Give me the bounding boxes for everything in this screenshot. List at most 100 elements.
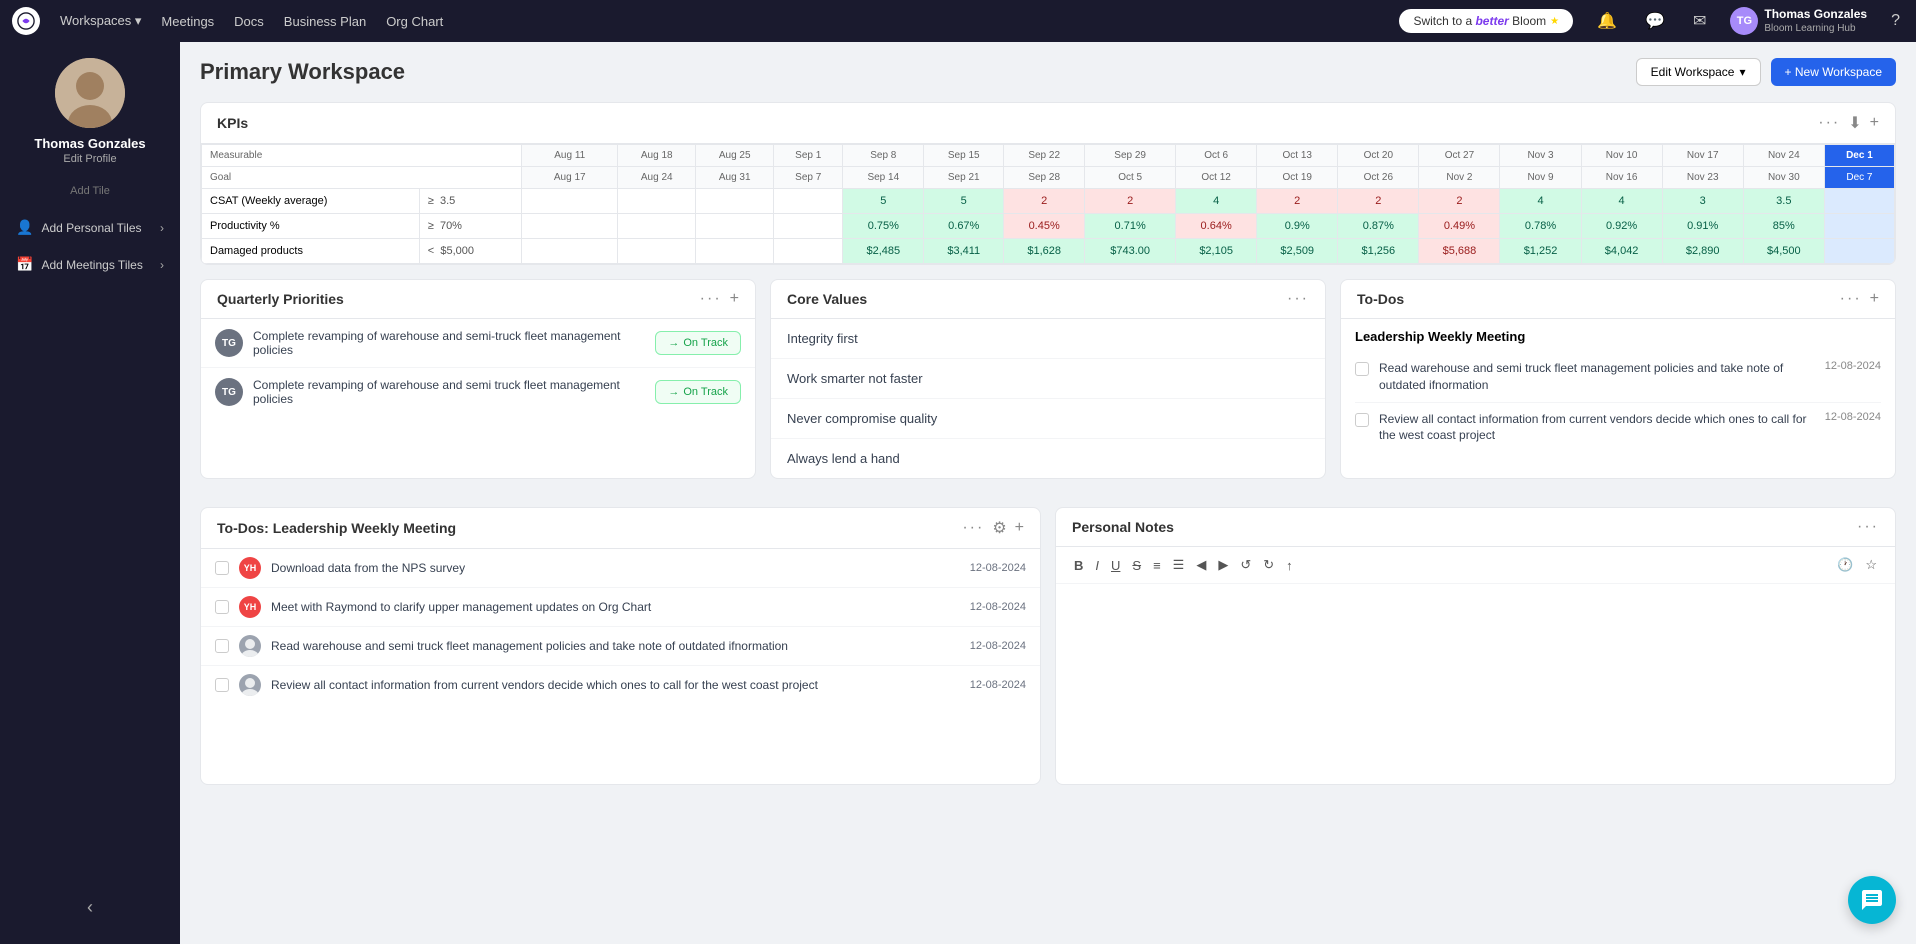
todo-meeting-row-3: Read warehouse and semi truck fleet mana… (201, 627, 1040, 666)
kpi-csat-aug18 (618, 189, 696, 214)
qp-dots-menu[interactable]: ··· (700, 290, 722, 308)
help-icon[interactable]: ? (1887, 12, 1904, 30)
todo-meeting-avatar-1: YH (239, 557, 261, 579)
kpi-col-sep21-bot: Sep 21 (924, 167, 1004, 189)
todo-checkbox-1[interactable] (1355, 362, 1369, 376)
cv-item-1: Integrity first (771, 319, 1325, 359)
bottom-two-col: To-Dos: Leadership Weekly Meeting ··· ⚙ … (200, 507, 1896, 799)
app-logo[interactable] (12, 7, 40, 35)
sidebar-item-meetings-tiles[interactable]: 📅 Add Meetings Tiles › (0, 246, 180, 283)
kpi-csat-nov10: 4 (1581, 189, 1662, 214)
notes-upload-button[interactable]: ↑ (1282, 556, 1297, 575)
notes-italic-button[interactable]: I (1091, 556, 1103, 575)
kpi-col-oct20-top: Oct 20 (1346, 150, 1410, 161)
personal-notes-dots[interactable]: ··· (1857, 518, 1879, 536)
notes-content[interactable] (1056, 584, 1895, 784)
kpi-download-icon[interactable]: ⬇ (1848, 113, 1861, 133)
chevron-right-icon: › (160, 221, 164, 235)
kpi-prod-oct6: 0.64% (1176, 214, 1257, 239)
notes-unordered-list-button[interactable]: ☰ (1169, 555, 1189, 575)
switch-bloom-button[interactable]: Switch to a better Bloom ★ (1399, 9, 1573, 33)
notes-history-button[interactable]: 🕐 (1833, 555, 1857, 575)
kpi-dmg-sep1 (774, 239, 843, 264)
kpi-prod-sep8: 0.75% (843, 214, 924, 239)
qp-add-button[interactable]: + (730, 290, 739, 308)
todo-meeting-date-1: 12-08-2024 (970, 562, 1026, 574)
kpi-section: KPIs ··· ⬇ + Measurable Aug 11 (200, 102, 1896, 265)
kpi-dmg-oct13: $2,509 (1257, 239, 1338, 264)
kpi-col-aug25-top: Aug 25 (704, 150, 765, 161)
notes-star-button[interactable]: ☆ (1861, 555, 1881, 575)
kpi-col-nov10-top: Nov 10 (1590, 150, 1654, 161)
settings-icon[interactable]: ⚙ (992, 518, 1006, 538)
todos-add-button[interactable]: + (1870, 290, 1879, 308)
nav-docs[interactable]: Docs (234, 14, 264, 29)
kpi-col-sep14-bot: Sep 14 (843, 167, 924, 189)
notes-indent-left-button[interactable]: ◀ (1192, 555, 1210, 575)
kpi-dmg-aug18 (618, 239, 696, 264)
todos-meeting-title: To-Dos: Leadership Weekly Meeting (217, 520, 456, 536)
todo-meeting-text-4: Review all contact information from curr… (271, 678, 960, 692)
nav-org-chart[interactable]: Org Chart (386, 14, 443, 29)
mail-icon[interactable]: ✉ (1689, 11, 1710, 31)
todo-meeting-checkbox-3[interactable] (215, 639, 229, 653)
collapse-sidebar-icon[interactable]: ‹ (87, 897, 93, 918)
kpi-col-oct6-top: Oct 6 (1184, 150, 1248, 161)
chat-fab-button[interactable] (1848, 876, 1896, 924)
kpi-dmg-sep15: $3,411 (924, 239, 1004, 264)
cv-header: Core Values ··· (771, 280, 1325, 319)
kpi-csat-sep15: 5 (924, 189, 1004, 214)
chevron-right-icon-2: › (160, 258, 164, 272)
kpi-dots-menu[interactable]: ··· (1818, 114, 1840, 132)
notes-indent-right-button[interactable]: ▶ (1214, 555, 1232, 575)
cv-actions: ··· (1287, 290, 1309, 308)
kpi-csat-oct27: 2 (1419, 189, 1500, 214)
kpi-prod-sep15: 0.67% (924, 214, 1004, 239)
todo-checkbox-2[interactable] (1355, 413, 1369, 427)
nav-business-plan[interactable]: Business Plan (284, 14, 366, 29)
new-workspace-button[interactable]: + New Workspace (1771, 58, 1896, 86)
todo-meeting-avatar-3 (239, 635, 261, 657)
kpi-add-button[interactable]: + (1870, 114, 1879, 132)
bell-icon[interactable]: 🔔 (1593, 11, 1621, 31)
notes-ordered-list-button[interactable]: ≡ (1149, 556, 1165, 575)
star-icon: ★ (1550, 16, 1559, 27)
switch-btn-text: Switch to a better Bloom (1413, 14, 1546, 28)
todos-meeting-dots[interactable]: ··· (962, 519, 984, 537)
kpi-col-sep15-top: Sep 15 (932, 150, 995, 161)
kpi-prod-dec1 (1824, 214, 1894, 239)
personal-notes-section: Personal Notes ··· B I U S ≡ ☰ ◀ ▶ ↺ ↻ (1055, 507, 1896, 785)
cv-dots-menu[interactable]: ··· (1287, 290, 1309, 308)
todo-meeting-row-4: Review all contact information from curr… (201, 666, 1040, 704)
nav-meetings[interactable]: Meetings (161, 14, 214, 29)
notes-bold-button[interactable]: B (1070, 556, 1087, 575)
sidebar-avatar (55, 58, 125, 128)
notes-undo-button[interactable]: ↺ (1236, 555, 1255, 575)
todos-meeting-add-button[interactable]: + (1015, 519, 1024, 537)
notes-underline-button[interactable]: U (1107, 556, 1124, 575)
todo-meeting-checkbox-1[interactable] (215, 561, 229, 575)
todo-meeting-checkbox-4[interactable] (215, 678, 229, 692)
kpi-csat-sep8: 5 (843, 189, 924, 214)
kpi-csat-op: ≥ 3.5 (419, 189, 521, 214)
edit-workspace-label: Edit Workspace (1651, 65, 1735, 79)
header-buttons: Edit Workspace ▾ + New Workspace (1636, 58, 1896, 86)
sidebar-edit-profile[interactable]: Edit Profile (63, 153, 116, 165)
sidebar-item-personal-tiles[interactable]: 👤 Add Personal Tiles › (0, 209, 180, 246)
kpi-section-header: KPIs ··· ⬇ + (201, 103, 1895, 144)
todos-dots-menu[interactable]: ··· (1840, 290, 1862, 308)
on-track-button-1[interactable]: → On Track (655, 331, 741, 355)
notes-strikethrough-button[interactable]: S (1128, 556, 1145, 575)
notes-redo-button[interactable]: ↻ (1259, 555, 1278, 575)
priority-row-1: TG Complete revamping of warehouse and s… (201, 319, 755, 368)
sidebar-meetings-tiles-label: Add Meetings Tiles (41, 258, 142, 272)
on-track-button-2[interactable]: → On Track (655, 380, 741, 404)
user-profile-nav[interactable]: TG Thomas Gonzales Bloom Learning Hub (1730, 7, 1867, 36)
kpi-col-dec7-bot: Dec 7 (1824, 167, 1894, 189)
chat-icon[interactable]: 💬 (1641, 11, 1669, 31)
kpi-dmg-oct27: $5,688 (1419, 239, 1500, 264)
kpi-csat-aug25 (696, 189, 774, 214)
nav-workspaces[interactable]: Workspaces ▾ (60, 13, 141, 29)
todo-meeting-checkbox-2[interactable] (215, 600, 229, 614)
edit-workspace-button[interactable]: Edit Workspace ▾ (1636, 58, 1761, 86)
